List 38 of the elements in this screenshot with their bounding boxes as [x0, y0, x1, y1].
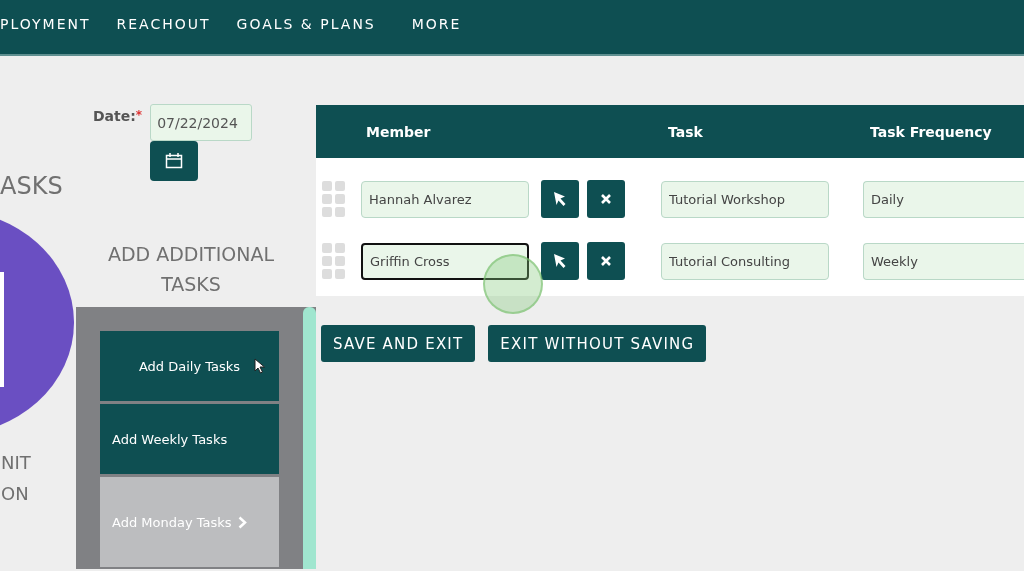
nav-link[interactable]: PLOYMENT — [0, 16, 91, 32]
drag-handle-icon[interactable] — [322, 181, 346, 217]
select-button[interactable] — [541, 180, 579, 218]
column-header: Member — [366, 123, 432, 140]
member-field[interactable]: Hannah Alvarez — [361, 180, 529, 218]
column-header: Task — [668, 123, 704, 140]
date-field[interactable]: 07/22/2024 — [150, 104, 253, 141]
add-tasks-button[interactable]: Add Weekly Tasks — [100, 404, 279, 474]
remove-button[interactable] — [587, 242, 625, 280]
frequency-field[interactable]: Weekly — [863, 242, 1024, 280]
frequency-field[interactable]: Daily — [863, 180, 1024, 218]
add-tasks-heading: ADD ADDITIONAL TASKS — [106, 242, 276, 297]
task-field[interactable]: Tutorial Consulting — [661, 242, 829, 280]
column-header: Task Frequency — [870, 123, 992, 140]
pointer-icon — [553, 253, 567, 269]
action-button[interactable]: SAVE AND EXIT — [321, 325, 476, 362]
section-heading: ASKS — [0, 172, 64, 200]
calendar-button[interactable] — [150, 141, 199, 181]
task-field[interactable]: Tutorial Workshop — [661, 180, 829, 218]
scrollbar[interactable] — [303, 307, 316, 569]
nav-link[interactable]: MORE — [411, 16, 462, 32]
calendar-icon — [165, 153, 184, 169]
close-icon — [601, 194, 611, 204]
nav-link[interactable]: REACHOUT — [116, 16, 211, 32]
select-button[interactable] — [541, 242, 579, 280]
caption-text: NIT — [1, 451, 32, 475]
click-indicator — [483, 254, 543, 314]
action-button[interactable]: EXIT WITHOUT SAVING — [488, 325, 707, 362]
add-tasks-button[interactable]: Add Daily Tasks — [100, 331, 279, 401]
remove-button[interactable] — [587, 180, 625, 218]
close-icon — [601, 256, 611, 266]
nav-link[interactable]: GOALS & PLANS — [236, 16, 376, 32]
member-field[interactable]: Griffin Cross — [361, 242, 529, 280]
caption-text: ON — [1, 482, 30, 506]
cursor-icon — [254, 358, 266, 374]
date-label: Date:* — [93, 108, 143, 126]
pointer-icon — [553, 191, 567, 207]
drag-handle-icon[interactable] — [322, 243, 346, 279]
